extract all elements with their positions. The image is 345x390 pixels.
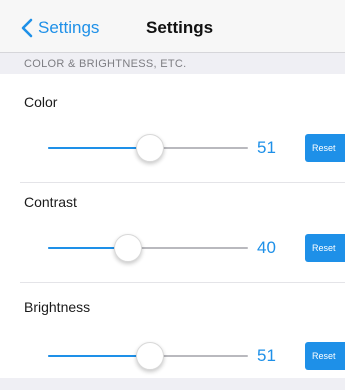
contrast-reset-button[interactable]: Reset: [305, 234, 345, 262]
color-value: 51: [257, 138, 276, 157]
back-button-label: Settings: [38, 18, 100, 37]
row-divider: [20, 182, 345, 183]
color-label: Color: [24, 94, 58, 110]
row-divider: [20, 282, 345, 283]
slider-fill: [48, 355, 150, 357]
brightness-value: 51: [257, 346, 276, 365]
color-reset-button[interactable]: Reset: [305, 134, 345, 162]
section-footer: [0, 378, 345, 390]
chevron-left-icon: [21, 18, 33, 38]
slider-thumb[interactable]: [136, 134, 164, 162]
color-slider[interactable]: [48, 134, 248, 162]
page-title: Settings: [146, 18, 214, 37]
brightness-slider[interactable]: [48, 342, 248, 370]
back-button[interactable]: Settings: [20, 17, 99, 39]
contrast-value: 40: [257, 238, 276, 257]
settings-screen: Settings Settings COLOR & BRIGHTNESS, ET…: [0, 0, 345, 390]
contrast-label: Contrast: [24, 194, 77, 210]
navigation-bar: Settings Settings: [0, 0, 345, 52]
section-header-label: COLOR & BRIGHTNESS, ETC.: [24, 58, 187, 70]
contrast-slider[interactable]: [48, 234, 248, 262]
brightness-reset-button[interactable]: Reset: [305, 342, 345, 370]
slider-fill: [48, 147, 150, 149]
slider-thumb[interactable]: [114, 234, 142, 262]
slider-thumb[interactable]: [136, 342, 164, 370]
brightness-label: Brightness: [24, 299, 91, 315]
section-header: COLOR & BRIGHTNESS, ETC.: [0, 52, 345, 74]
